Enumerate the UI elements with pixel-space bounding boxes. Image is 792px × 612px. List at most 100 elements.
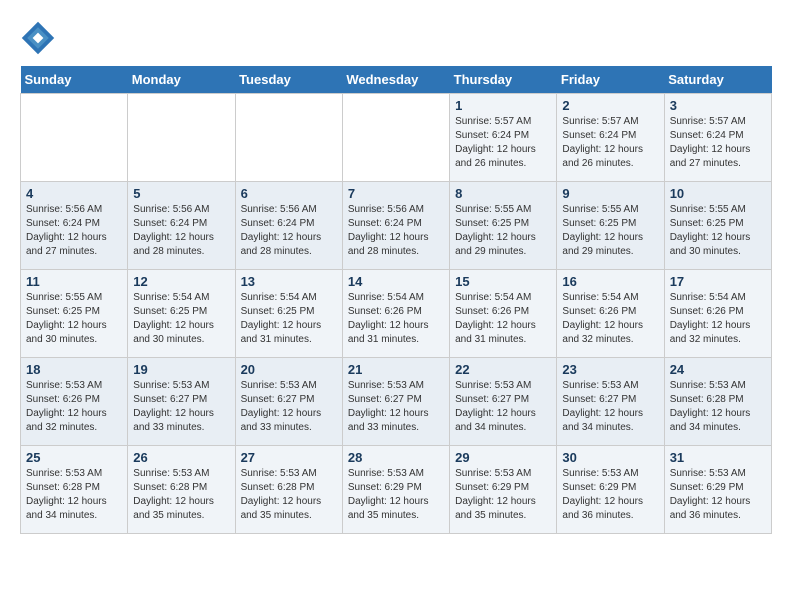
calendar-table: SundayMondayTuesdayWednesdayThursdayFrid… [20,66,772,534]
day-number: 13 [241,274,337,289]
day-info: Sunrise: 5:53 AM Sunset: 6:29 PM Dayligh… [348,467,444,523]
calendar-cell: 12 Sunrise: 5:54 AM Sunset: 6:25 PM Dayli… [128,270,235,358]
day-info: Sunrise: 5:53 AM Sunset: 6:27 PM Dayligh… [133,379,229,435]
calendar-cell: 25 Sunrise: 5:53 AM Sunset: 6:28 PM Dayli… [21,446,128,534]
day-info: Sunrise: 5:54 AM Sunset: 6:26 PM Dayligh… [562,291,658,347]
calendar-cell: 10 Sunrise: 5:55 AM Sunset: 6:25 PM Dayli… [664,182,771,270]
day-number: 2 [562,98,658,113]
day-number: 30 [562,450,658,465]
calendar-cell: 6 Sunrise: 5:56 AM Sunset: 6:24 PM Daylig… [235,182,342,270]
day-number: 16 [562,274,658,289]
calendar-cell: 13 Sunrise: 5:54 AM Sunset: 6:25 PM Dayli… [235,270,342,358]
day-info: Sunrise: 5:56 AM Sunset: 6:24 PM Dayligh… [26,203,122,259]
day-info: Sunrise: 5:57 AM Sunset: 6:24 PM Dayligh… [562,115,658,171]
day-number: 19 [133,362,229,377]
week-row-2: 4Sunrise: 5:56 AM Sunset: 6:24 PM Daylig… [21,182,772,270]
header-thursday: Thursday [450,66,557,94]
day-info: Sunrise: 5:54 AM Sunset: 6:26 PM Dayligh… [348,291,444,347]
day-info: Sunrise: 5:56 AM Sunset: 6:24 PM Dayligh… [241,203,337,259]
calendar-cell: 15 Sunrise: 5:54 AM Sunset: 6:26 PM Dayli… [450,270,557,358]
header-saturday: Saturday [664,66,771,94]
day-info: Sunrise: 5:55 AM Sunset: 6:25 PM Dayligh… [455,203,551,259]
day-number: 17 [670,274,766,289]
day-info: Sunrise: 5:53 AM Sunset: 6:28 PM Dayligh… [133,467,229,523]
day-number: 22 [455,362,551,377]
logo-icon [20,20,56,56]
day-number: 14 [348,274,444,289]
day-info: Sunrise: 5:54 AM Sunset: 6:25 PM Dayligh… [133,291,229,347]
day-info: Sunrise: 5:57 AM Sunset: 6:24 PM Dayligh… [670,115,766,171]
calendar-cell: 30 Sunrise: 5:53 AM Sunset: 6:29 PM Dayli… [557,446,664,534]
day-number: 7 [348,186,444,201]
day-info: Sunrise: 5:53 AM Sunset: 6:27 PM Dayligh… [241,379,337,435]
day-number: 24 [670,362,766,377]
calendar-cell: 17Sunrise: 5:54 AM Sunset: 6:26 PM Dayli… [664,270,771,358]
header-wednesday: Wednesday [342,66,449,94]
day-number: 29 [455,450,551,465]
day-number: 9 [562,186,658,201]
calendar-cell: 24 Sunrise: 5:53 AM Sunset: 6:28 PM Dayli… [664,358,771,446]
day-number: 8 [455,186,551,201]
calendar-cell [342,94,449,182]
day-number: 6 [241,186,337,201]
day-number: 20 [241,362,337,377]
calendar-cell: 3Sunrise: 5:57 AM Sunset: 6:24 PM Daylig… [664,94,771,182]
day-info: Sunrise: 5:55 AM Sunset: 6:25 PM Dayligh… [26,291,122,347]
page-header [20,20,772,56]
calendar-cell: 20 Sunrise: 5:53 AM Sunset: 6:27 PM Dayli… [235,358,342,446]
day-info: Sunrise: 5:53 AM Sunset: 6:29 PM Dayligh… [670,467,766,523]
day-number: 21 [348,362,444,377]
calendar-header-row: SundayMondayTuesdayWednesdayThursdayFrid… [21,66,772,94]
week-row-5: 25 Sunrise: 5:53 AM Sunset: 6:28 PM Dayli… [21,446,772,534]
day-info: Sunrise: 5:55 AM Sunset: 6:25 PM Dayligh… [562,203,658,259]
day-info: Sunrise: 5:53 AM Sunset: 6:28 PM Dayligh… [670,379,766,435]
header-sunday: Sunday [21,66,128,94]
day-number: 25 [26,450,122,465]
day-info: Sunrise: 5:56 AM Sunset: 6:24 PM Dayligh… [348,203,444,259]
day-number: 28 [348,450,444,465]
day-number: 15 [455,274,551,289]
calendar-cell: 18Sunrise: 5:53 AM Sunset: 6:26 PM Dayli… [21,358,128,446]
day-number: 23 [562,362,658,377]
day-number: 27 [241,450,337,465]
calendar-cell: 23 Sunrise: 5:53 AM Sunset: 6:27 PM Dayli… [557,358,664,446]
calendar-cell [128,94,235,182]
calendar-cell: 11 Sunrise: 5:55 AM Sunset: 6:25 PM Dayli… [21,270,128,358]
day-info: Sunrise: 5:56 AM Sunset: 6:24 PM Dayligh… [133,203,229,259]
day-info: Sunrise: 5:54 AM Sunset: 6:25 PM Dayligh… [241,291,337,347]
calendar-cell: 16 Sunrise: 5:54 AM Sunset: 6:26 PM Dayli… [557,270,664,358]
day-info: Sunrise: 5:53 AM Sunset: 6:28 PM Dayligh… [26,467,122,523]
calendar-cell: 28 Sunrise: 5:53 AM Sunset: 6:29 PM Dayli… [342,446,449,534]
week-row-1: 1Sunrise: 5:57 AM Sunset: 6:24 PM Daylig… [21,94,772,182]
day-number: 5 [133,186,229,201]
calendar-cell: 8 Sunrise: 5:55 AM Sunset: 6:25 PM Daylig… [450,182,557,270]
calendar-cell: 4Sunrise: 5:56 AM Sunset: 6:24 PM Daylig… [21,182,128,270]
logo [20,20,62,56]
day-info: Sunrise: 5:53 AM Sunset: 6:28 PM Dayligh… [241,467,337,523]
day-number: 18 [26,362,122,377]
day-info: Sunrise: 5:57 AM Sunset: 6:24 PM Dayligh… [455,115,551,171]
day-number: 31 [670,450,766,465]
header-friday: Friday [557,66,664,94]
calendar-cell: 14 Sunrise: 5:54 AM Sunset: 6:26 PM Dayli… [342,270,449,358]
calendar-cell: 2 Sunrise: 5:57 AM Sunset: 6:24 PM Daylig… [557,94,664,182]
calendar-cell: 9 Sunrise: 5:55 AM Sunset: 6:25 PM Daylig… [557,182,664,270]
calendar-cell: 29Sunrise: 5:53 AM Sunset: 6:29 PM Dayli… [450,446,557,534]
header-monday: Monday [128,66,235,94]
day-info: Sunrise: 5:53 AM Sunset: 6:29 PM Dayligh… [562,467,658,523]
day-number: 11 [26,274,122,289]
day-info: Sunrise: 5:55 AM Sunset: 6:25 PM Dayligh… [670,203,766,259]
calendar-cell [21,94,128,182]
day-info: Sunrise: 5:53 AM Sunset: 6:27 PM Dayligh… [455,379,551,435]
calendar-cell: 21Sunrise: 5:53 AM Sunset: 6:27 PM Dayli… [342,358,449,446]
week-row-3: 11 Sunrise: 5:55 AM Sunset: 6:25 PM Dayli… [21,270,772,358]
day-number: 12 [133,274,229,289]
calendar-cell: 31 Sunrise: 5:53 AM Sunset: 6:29 PM Dayli… [664,446,771,534]
week-row-4: 18Sunrise: 5:53 AM Sunset: 6:26 PM Dayli… [21,358,772,446]
day-info: Sunrise: 5:53 AM Sunset: 6:27 PM Dayligh… [562,379,658,435]
calendar-cell: 1Sunrise: 5:57 AM Sunset: 6:24 PM Daylig… [450,94,557,182]
calendar-cell: 27 Sunrise: 5:53 AM Sunset: 6:28 PM Dayli… [235,446,342,534]
day-info: Sunrise: 5:54 AM Sunset: 6:26 PM Dayligh… [455,291,551,347]
day-number: 10 [670,186,766,201]
calendar-cell: 22 Sunrise: 5:53 AM Sunset: 6:27 PM Dayli… [450,358,557,446]
